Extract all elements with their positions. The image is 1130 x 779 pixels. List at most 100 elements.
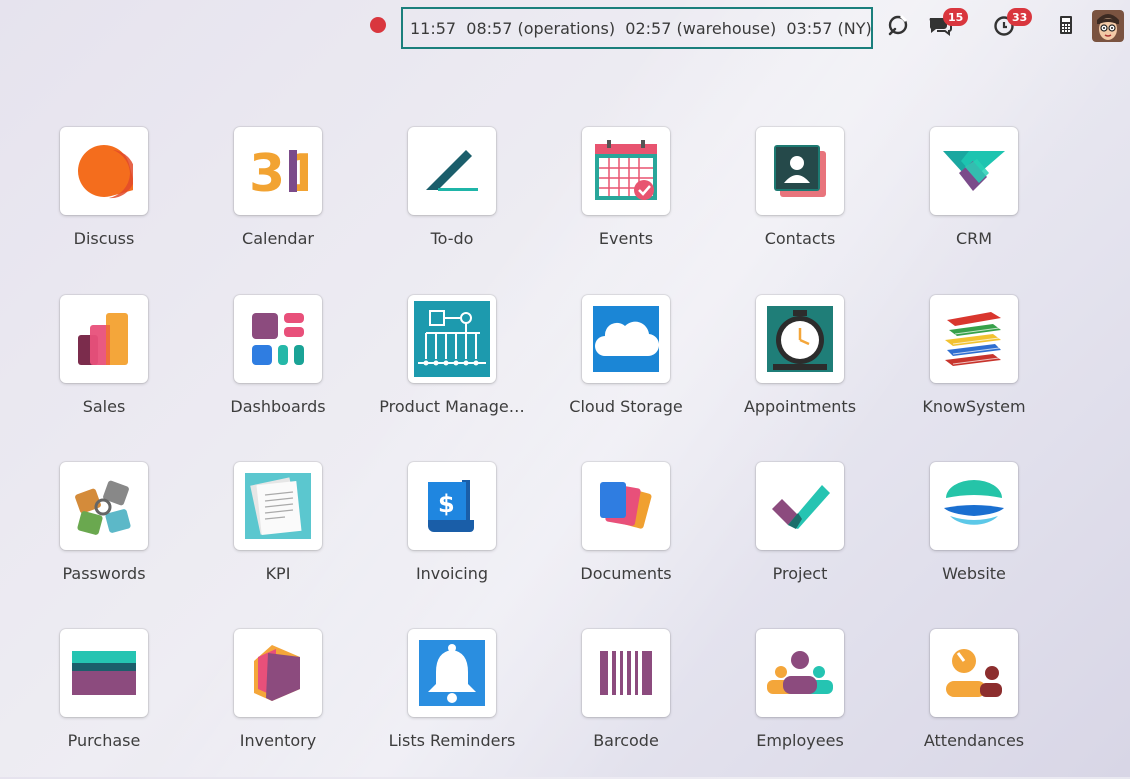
app-label: Dashboards [230, 397, 326, 416]
app-inventory-tile [234, 629, 322, 717]
app-crm-tile [930, 127, 1018, 215]
app-label: Employees [756, 731, 844, 750]
app-product-management-tile [408, 295, 496, 383]
app-kpi[interactable]: KPI [191, 462, 365, 612]
pen-icon [426, 150, 478, 191]
app-purchase-tile [60, 629, 148, 717]
app-barcode-tile [582, 629, 670, 717]
app-cloud-storage-tile [582, 295, 670, 383]
app-invoicing-tile: $ [408, 462, 496, 550]
calendar-check-icon [595, 140, 657, 200]
refresh-icon[interactable] [885, 12, 911, 38]
app-sales[interactable]: Sales [17, 295, 191, 445]
app-attendances[interactable]: Attendances [887, 629, 1061, 779]
app-crm[interactable]: CRM [887, 127, 1061, 277]
app-contacts-tile [756, 127, 844, 215]
world-clock[interactable]: 11:57 08:57 (operations) 02:57 (warehous… [401, 7, 873, 49]
app-dashboards-tile [234, 295, 322, 383]
circuit-board-icon [414, 301, 490, 377]
app-events[interactable]: Events [539, 127, 713, 277]
documents-stack-icon [245, 473, 311, 539]
stopwatch-icon [767, 306, 833, 372]
app-label: Website [942, 564, 1006, 583]
credit-card-icon [72, 651, 136, 695]
discuss-icon [78, 145, 133, 199]
app-project[interactable]: Project [713, 462, 887, 612]
app-label: Invoicing [415, 564, 489, 583]
app-label: Lists Reminders [388, 731, 516, 750]
app-barcode[interactable]: Barcode [539, 629, 713, 779]
app-label: CRM [955, 229, 993, 248]
app-discuss-tile [60, 127, 148, 215]
app-label: Cloud Storage [569, 397, 683, 416]
phone-icon[interactable] [1053, 12, 1079, 38]
app-contacts[interactable]: Contacts [713, 127, 887, 277]
messages-count-badge: 15 [943, 8, 969, 26]
calendar-icon-text: 31 [249, 146, 308, 196]
books-stack-icon [945, 312, 1001, 366]
barcode-icon [600, 651, 652, 695]
messages-button[interactable]: 15 [927, 8, 969, 38]
bar-chart-icon [78, 313, 128, 365]
app-calendar-tile: 31 [234, 127, 322, 215]
app-lists-reminders[interactable]: Lists Reminders [365, 629, 539, 779]
app-todo-tile [408, 127, 496, 215]
badge-user-icon [946, 649, 1002, 697]
app-passwords-tile [60, 462, 148, 550]
app-label: To-do [430, 229, 474, 248]
activities-button[interactable]: 33 [991, 8, 1033, 38]
app-sales-tile [60, 295, 148, 383]
app-label: Events [598, 229, 654, 248]
app-invoicing[interactable]: $ Invoicing [365, 462, 539, 612]
app-dashboards[interactable]: Dashboards [191, 295, 365, 445]
app-label: KnowSystem [922, 397, 1026, 416]
app-todo[interactable]: To-do [365, 127, 539, 277]
app-cloud-storage[interactable]: Cloud Storage [539, 295, 713, 445]
app-inventory[interactable]: Inventory [191, 629, 365, 779]
app-appointments-tile [756, 295, 844, 383]
app-label: KPI [265, 564, 291, 583]
app-documents[interactable]: Documents [539, 462, 713, 612]
app-knowsystem-tile [930, 295, 1018, 383]
contact-card-icon [774, 145, 826, 197]
app-events-tile [582, 127, 670, 215]
app-attendances-tile [930, 629, 1018, 717]
app-website-tile [930, 462, 1018, 550]
app-passwords[interactable]: Passwords [17, 462, 191, 612]
app-documents-tile [582, 462, 670, 550]
app-label: Contacts [764, 229, 836, 248]
app-employees[interactable]: Employees [713, 629, 887, 779]
activities-count-badge: 33 [1007, 8, 1033, 26]
dashboard-widgets-icon [252, 313, 304, 365]
app-label: Barcode [593, 731, 659, 750]
people-group-icon [767, 651, 833, 694]
app-kpi-tile [234, 462, 322, 550]
app-website[interactable]: Website [887, 462, 1061, 612]
handshake-icon [943, 151, 1005, 191]
app-label: Calendar [242, 229, 314, 248]
app-appointments[interactable]: Appointments [713, 295, 887, 445]
app-discuss[interactable]: Discuss [17, 127, 191, 277]
app-project-tile [756, 462, 844, 550]
app-label: Documents [580, 564, 672, 583]
app-knowsystem[interactable]: KnowSystem [887, 295, 1061, 445]
app-label: Inventory [239, 731, 317, 750]
app-label: Discuss [73, 229, 135, 248]
app-employees-tile [756, 629, 844, 717]
checkmark-icon [772, 485, 830, 529]
bell-icon [419, 640, 485, 706]
documents-icon [600, 482, 652, 529]
app-label: Project [772, 564, 828, 583]
website-globe-icon [944, 480, 1004, 525]
padlocks-icon [75, 480, 131, 535]
app-product-management[interactable]: Product Manage… [365, 295, 539, 445]
app-label: Passwords [62, 564, 146, 583]
recording-indicator-icon[interactable] [370, 17, 386, 33]
cloud-icon [593, 306, 659, 372]
app-label: Purchase [67, 731, 141, 750]
app-calendar[interactable]: 31 Calendar [191, 127, 365, 277]
app-purchase[interactable]: Purchase [17, 629, 191, 779]
inventory-box-icon [254, 645, 300, 701]
invoice-icon-text: $ [438, 490, 455, 518]
user-avatar[interactable] [1092, 10, 1124, 42]
